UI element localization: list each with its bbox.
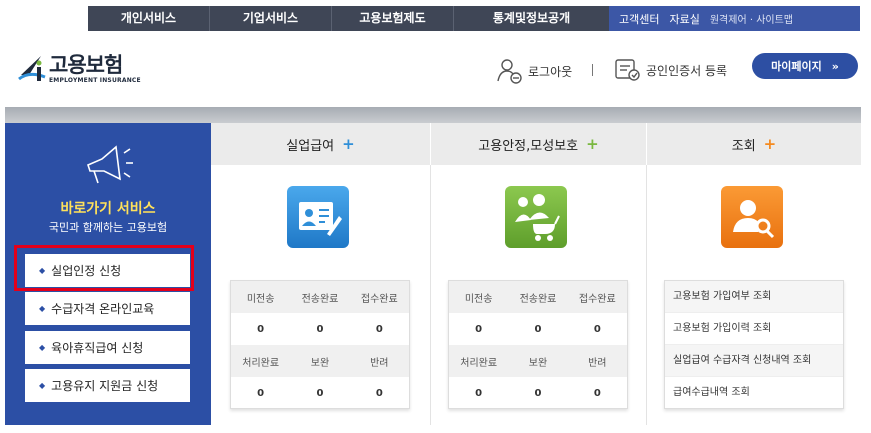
status-header: 처리완료 xyxy=(242,357,280,369)
bullet-icon: ◆ xyxy=(39,381,46,390)
nav-insurance-system[interactable]: 고용보험제도 xyxy=(332,6,453,31)
user-search-icon[interactable] xyxy=(721,186,783,248)
nav-personal-service[interactable]: 개인서비스 xyxy=(88,6,209,31)
status-header: 미전송 xyxy=(246,293,275,305)
inquiry-link[interactable]: 급여수급내역 조회 xyxy=(665,377,843,409)
status-count[interactable]: 0 xyxy=(508,324,567,335)
quick-links-title: 바로가기 서비스 xyxy=(60,201,156,217)
plus-icon[interactable]: + xyxy=(342,135,355,153)
status-header: 반려 xyxy=(588,357,607,369)
quick-link-label: 고용유지 지원금 신청 xyxy=(51,379,159,393)
status-count[interactable]: 0 xyxy=(290,324,349,335)
mypage-button[interactable]: 마이페이지 » xyxy=(752,53,858,79)
nav-remote-sitemap[interactable]: 원격제어 · 사이트맵 xyxy=(710,11,793,26)
quick-link-label: 육아휴직급여 신청 xyxy=(51,341,144,355)
status-count[interactable]: 0 xyxy=(568,324,627,335)
logo-text-en: EMPLOYMENT INSURANCE xyxy=(49,77,141,84)
status-count[interactable]: 0 xyxy=(568,388,627,399)
status-table-employment-stability: 미전송 전송완료 접수완료 0 0 0 처리완료 보완 반려 0 0 0 xyxy=(448,280,628,409)
top-nav: 개인서비스 기업서비스 고용보험제도 통계및정보공개 고객센터 자료실 원격제어… xyxy=(88,6,860,31)
nav-business-service[interactable]: 기업서비스 xyxy=(210,6,331,31)
column-header[interactable]: 고용안정,모성보호 + xyxy=(431,123,646,165)
status-header: 미전송 xyxy=(464,293,493,305)
quick-links-subtitle: 국민과 함께하는 고용보험 xyxy=(48,221,168,234)
quick-link-parental-leave[interactable]: ◆ 육아휴직급여 신청 xyxy=(25,331,190,364)
header-band xyxy=(5,107,861,123)
column-title: 고용안정,모성보호 xyxy=(478,138,579,154)
nav-statistics[interactable]: 통계및정보공개 xyxy=(454,6,609,31)
status-count[interactable]: 0 xyxy=(449,324,508,335)
plus-icon[interactable]: + xyxy=(764,135,777,153)
mypage-label: 마이페이지 xyxy=(771,60,822,73)
id-card-icon[interactable] xyxy=(287,186,349,248)
nav-customer-center[interactable]: 고객센터 xyxy=(619,11,659,27)
certificate-icon xyxy=(615,59,640,81)
column-title: 조회 xyxy=(731,138,756,154)
inquiry-link[interactable]: 고용보험 가입여부 조회 xyxy=(665,281,843,313)
status-count[interactable]: 0 xyxy=(231,388,290,399)
family-stroller-icon[interactable] xyxy=(505,186,567,248)
status-header: 처리완료 xyxy=(460,357,498,369)
status-header: 보완 xyxy=(310,357,330,369)
quick-link-employment-retention[interactable]: ◆ 고용유지 지원금 신청 xyxy=(25,369,190,402)
status-header: 반려 xyxy=(370,357,389,369)
quick-link-online-education[interactable]: ◆ 수급자격 온라인교육 xyxy=(25,292,190,325)
logo-text-kr: 고용보험 xyxy=(49,53,123,77)
nav-resources[interactable]: 자료실 xyxy=(669,11,699,27)
megaphone-icon xyxy=(87,145,133,184)
status-count[interactable]: 0 xyxy=(290,388,349,399)
inquiry-list: 고용보험 가입여부 조회 고용보험 가입이력 조회 실업급여 수급자격 신청내역… xyxy=(664,280,844,409)
quick-link-label: 수급자격 온라인교육 xyxy=(51,302,155,316)
plus-icon[interactable]: + xyxy=(586,135,599,153)
nav-utility: 고객센터 자료실 원격제어 · 사이트맵 xyxy=(609,6,860,31)
bullet-icon: ◆ xyxy=(39,343,46,352)
inquiry-link[interactable]: 실업급여 수급자격 신청내역 조회 xyxy=(665,345,843,377)
logout-label: 로그아웃 xyxy=(528,64,573,79)
logout-link[interactable]: 로그아웃 xyxy=(496,57,572,85)
status-header: 접수완료 xyxy=(360,293,398,305)
bullet-icon: ◆ xyxy=(39,304,46,313)
column-header[interactable]: 실업급여 + xyxy=(211,123,430,165)
highlight-box xyxy=(14,245,194,291)
double-chevron-right-icon: » xyxy=(831,59,839,73)
cert-register-label: 공인인증서 등록 xyxy=(646,63,728,78)
header: 고용보험 EMPLOYMENT INSURANCE 로그아웃 공인인증서 등록 … xyxy=(0,31,871,107)
status-header: 보완 xyxy=(528,357,548,369)
status-header: 접수완료 xyxy=(578,293,616,305)
inquiry-link[interactable]: 고용보험 가입이력 조회 xyxy=(665,313,843,345)
cert-register-link[interactable]: 공인인증서 등록 xyxy=(614,57,727,83)
status-table-unemployment: 미전송 전송완료 접수완료 0 0 0 처리완료 보완 반려 0 0 0 xyxy=(230,280,410,409)
column-title: 실업급여 xyxy=(286,138,335,154)
header-divider xyxy=(592,64,593,76)
status-count[interactable]: 0 xyxy=(449,388,508,399)
column-header[interactable]: 조회 + xyxy=(647,123,861,165)
status-count[interactable]: 0 xyxy=(350,324,409,335)
user-logout-icon xyxy=(497,59,522,84)
status-header: 전송완료 xyxy=(519,293,557,305)
status-count[interactable]: 0 xyxy=(508,388,567,399)
logo[interactable]: 고용보험 EMPLOYMENT INSURANCE xyxy=(15,53,141,87)
status-count[interactable]: 0 xyxy=(231,324,290,335)
logo-icon xyxy=(15,53,49,87)
status-count[interactable]: 0 xyxy=(350,388,409,399)
status-header: 전송완료 xyxy=(301,293,339,305)
